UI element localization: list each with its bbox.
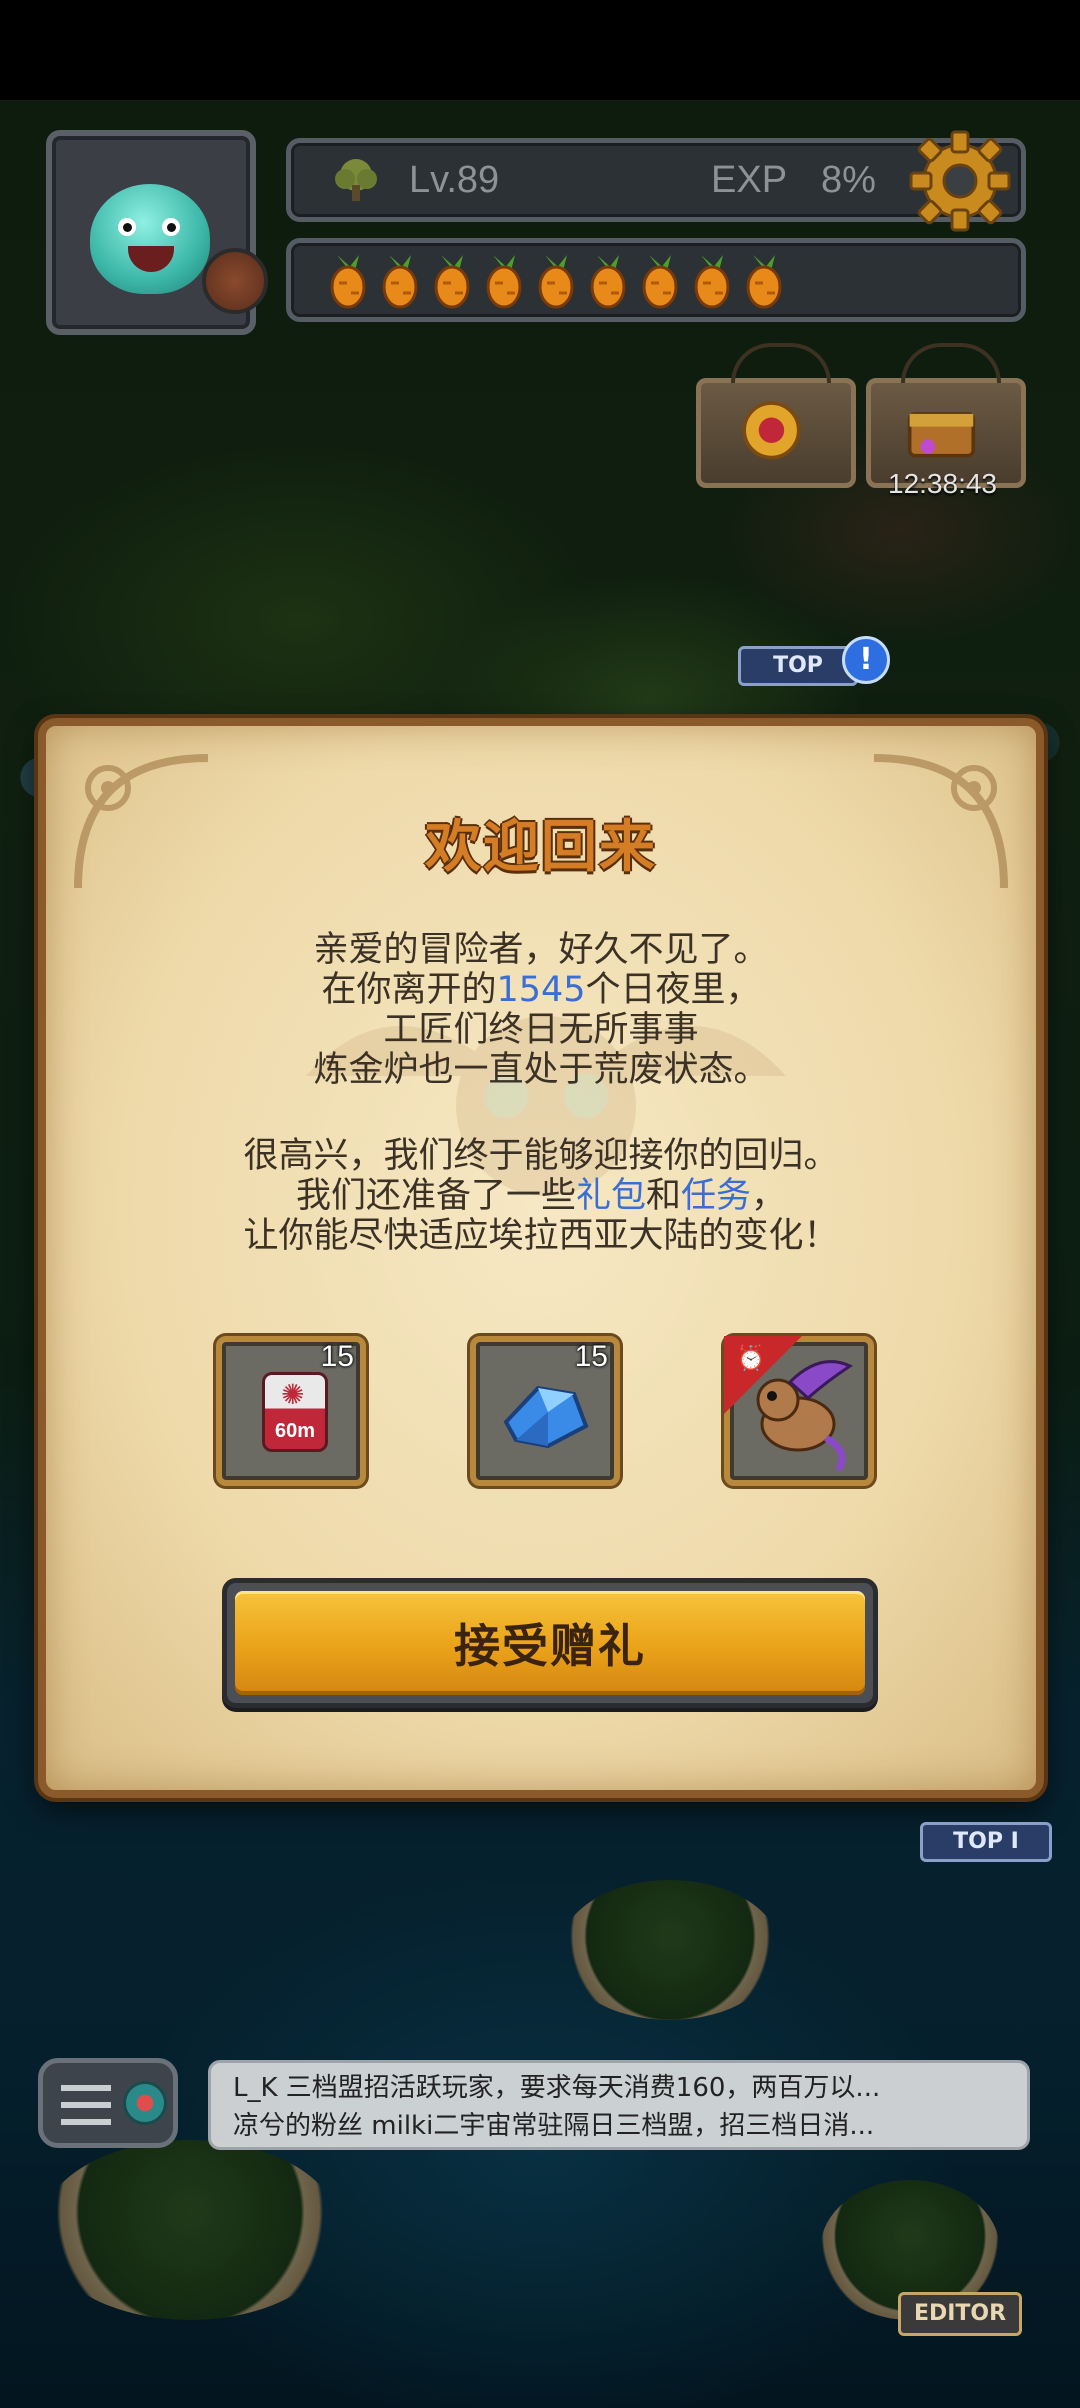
- message-paragraph-1: 亲爱的冒险者，好久不见了。 在你离开的1545个日夜里， 工匠们终日无所事事 炼…: [46, 930, 1036, 1090]
- reward-count: 15: [320, 1340, 354, 1373]
- chat-message: 凉兮的粉丝 milki二宇宙常驻隔日三档盟，招三档日消...: [233, 2111, 875, 2141]
- chest-60m-icon: ✺ 60m: [262, 1372, 328, 1452]
- editor-badge[interactable]: EDITOR: [898, 2292, 1022, 2336]
- dialog-title: 欢迎回来: [425, 815, 657, 880]
- days-away-count: 1545: [496, 970, 586, 1010]
- carrot-energy-icon: [330, 255, 366, 309]
- player-level: Lv.89: [409, 159, 500, 201]
- alert-icon[interactable]: !: [842, 636, 890, 684]
- carrot-energy-icon: [486, 255, 522, 309]
- message-line: 工匠们终日无所事事: [383, 1010, 699, 1050]
- reward-count: 15: [574, 1340, 608, 1373]
- accept-gift-button[interactable]: 接受赠礼: [222, 1578, 878, 1708]
- carrot-energy-icon: [642, 255, 678, 309]
- chat-message: L_K 三档盟招活跃玩家，要求每天消费160，两百万以...: [233, 2073, 881, 2103]
- message-line: 亲爱的冒险者，好久不见了。: [313, 930, 769, 970]
- carrot-energy-icon: [434, 255, 470, 309]
- carrot-energy-icon: [590, 255, 626, 309]
- gift-pack-link[interactable]: 礼包: [576, 1176, 646, 1216]
- world-chat-box[interactable]: L_K 三档盟招活跃玩家，要求每天消费160，两百万以... 凉兮的粉丝 mil…: [208, 2060, 1030, 2150]
- reward-slot-chest[interactable]: ✺ 60m 15: [216, 1336, 366, 1486]
- energy-bar: [286, 238, 1026, 322]
- tasks-link[interactable]: 任务: [681, 1176, 751, 1216]
- welcome-back-dialog: 欢迎回来 亲爱的冒险者，好久不见了。 在你离开的1545个日夜里， 工匠们终日无…: [38, 718, 1044, 1798]
- carrot-energy-icon: [694, 255, 730, 309]
- event-banner-left[interactable]: [696, 343, 856, 488]
- carrot-energy-icon: [538, 255, 574, 309]
- top-badge[interactable]: TOP: [738, 646, 858, 686]
- message-line: 炼金炉也一直处于荒废状态。: [313, 1050, 769, 1090]
- slime-avatar-icon: [90, 184, 210, 294]
- trophy-icon: [742, 401, 801, 460]
- settings-gear-icon[interactable]: [905, 126, 1015, 236]
- top-badge[interactable]: TOP I: [920, 1822, 1052, 1862]
- radio-icon: [123, 2081, 167, 2125]
- message-line: 我们还准备了一些礼包和任务，: [295, 1176, 787, 1216]
- message-line: 在你离开的1545个日夜里，: [321, 970, 761, 1010]
- tree-icon: [335, 159, 377, 201]
- chat-menu-button[interactable]: [38, 2058, 178, 2148]
- reward-slot-pet[interactable]: ⏰: [724, 1336, 874, 1486]
- player-avatar[interactable]: [46, 130, 268, 335]
- reward-slot-crystal[interactable]: 15: [470, 1336, 620, 1486]
- exp-value: 8%: [821, 159, 876, 201]
- message-paragraph-2: 很高兴，我们终于能够迎接你的回归。 我们还准备了一些礼包和任务， 让你能尽快适应…: [46, 1136, 1036, 1256]
- message-line: 很高兴，我们终于能够迎接你的回归。: [243, 1136, 839, 1176]
- menu-icon: [61, 2085, 111, 2125]
- guild-badge-icon: [202, 248, 268, 314]
- message-line: 让你能尽快适应埃拉西亚大陆的变化！: [243, 1216, 839, 1256]
- carrot-energy-icon: [746, 255, 782, 309]
- carrot-energy-icon: [382, 255, 418, 309]
- accept-gift-label: 接受赠礼: [235, 1591, 865, 1695]
- exp-label: EXP: [711, 159, 788, 201]
- clock-icon: ⏰: [736, 1344, 766, 1372]
- event-timer: 12:38:43: [888, 468, 997, 499]
